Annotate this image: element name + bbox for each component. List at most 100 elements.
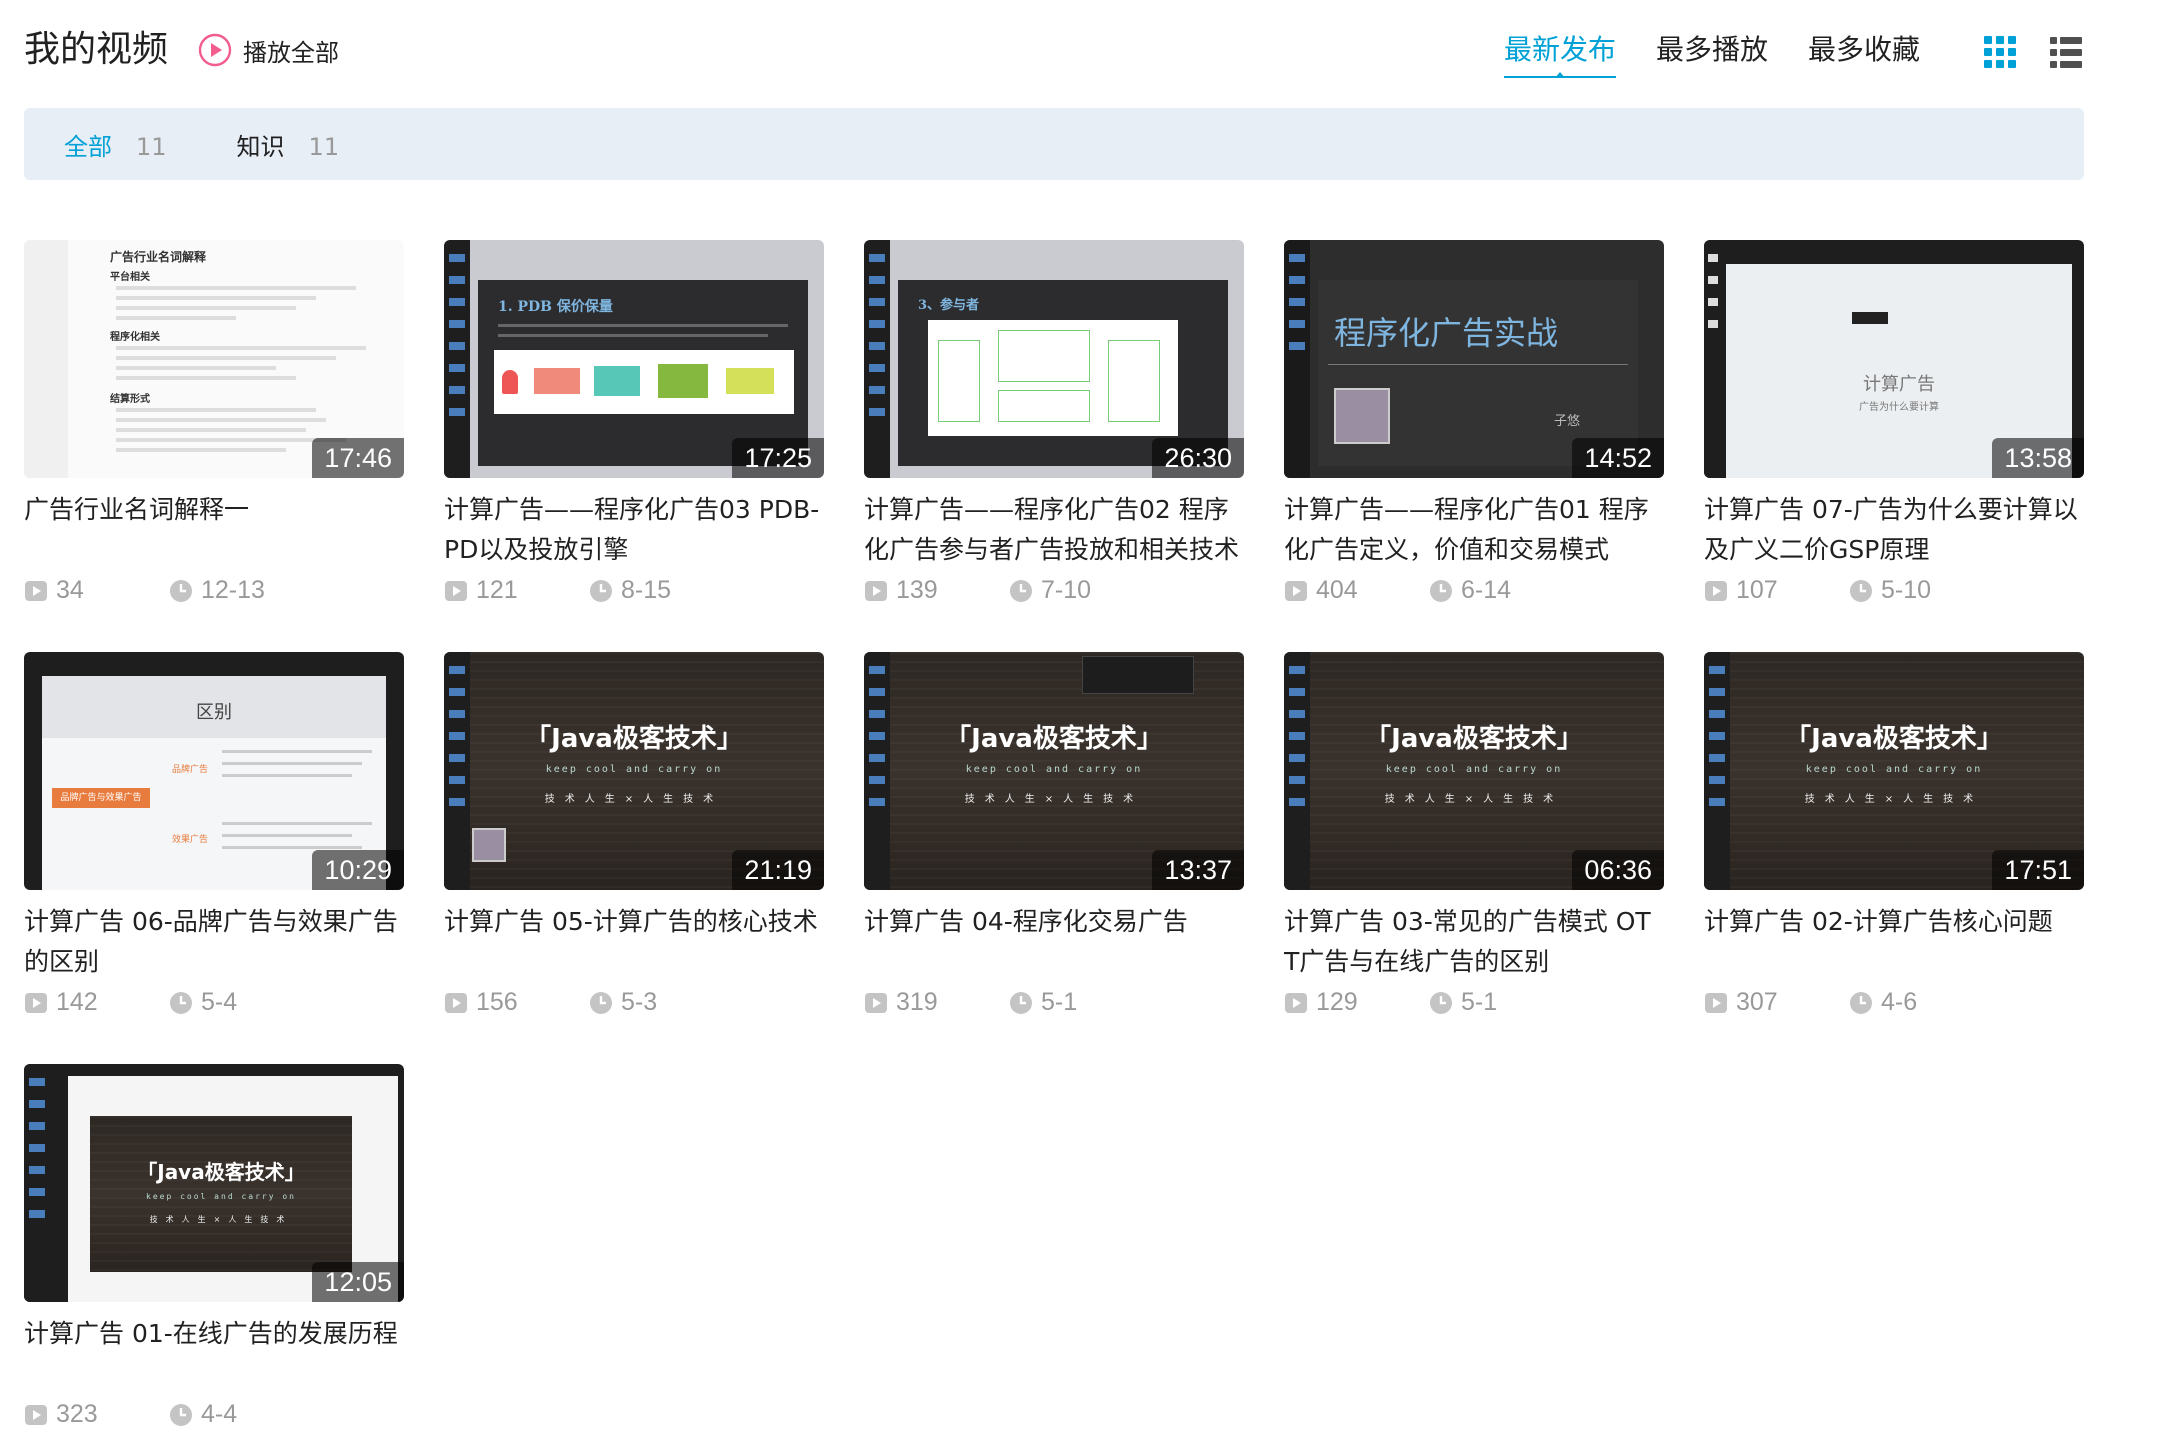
- upload-date: 5-1: [1009, 988, 1077, 1017]
- play-count: 34: [24, 576, 169, 605]
- video-thumbnail[interactable]: 1. PDB 保价保量 17:25: [444, 240, 824, 478]
- video-card[interactable]: 「Java极客技术」 keep cool and carry on 技术人生×人…: [24, 1064, 404, 1456]
- thumb-heading: 计算广告: [1863, 374, 1935, 395]
- clock-icon: [1430, 579, 1452, 602]
- video-thumbnail[interactable]: 「Java极客技术」 keep cool and carry on 技术人生×人…: [864, 652, 1244, 890]
- upload-date-value: 5-3: [621, 988, 658, 1016]
- play-count-value: 156: [476, 988, 518, 1016]
- thumb-heading: 3、参与者: [918, 298, 980, 313]
- video-title[interactable]: 计算广告——程序化广告03 PDB-PD以及投放引擎: [444, 490, 824, 570]
- filter-all[interactable]: 全部 11: [64, 127, 167, 162]
- upload-date-value: 12-13: [201, 576, 265, 604]
- clock-icon: [1430, 991, 1452, 1014]
- video-title[interactable]: 计算广告 05-计算广告的核心技术: [444, 902, 824, 982]
- video-duration: 17:51: [1992, 850, 2084, 890]
- play-count-value: 34: [56, 576, 84, 604]
- play-count-value: 319: [896, 988, 938, 1016]
- video-thumbnail[interactable]: 区别 品牌广告与效果广告 品牌广告 效果广告 10:29: [24, 652, 404, 890]
- filter-count: 11: [308, 132, 340, 161]
- video-meta: 156 5-3: [444, 988, 824, 1017]
- play-count-icon: [1705, 580, 1727, 601]
- play-count: 107: [1704, 576, 1849, 605]
- header: 我的视频 播放全部 最新发布 最多播放 最多收藏: [24, 0, 2084, 108]
- video-card[interactable]: 区别 品牌广告与效果广告 品牌广告 效果广告 10:29 计算广告 06-品牌广…: [24, 652, 404, 1044]
- video-title[interactable]: 计算广告 07-广告为什么要计算以及广义二价GSP原理: [1704, 490, 2084, 570]
- play-all-button[interactable]: 播放全部: [197, 30, 339, 70]
- video-thumbnail[interactable]: 「Java极客技术」 keep cool and carry on 技术人生×人…: [24, 1064, 404, 1302]
- filter-knowledge[interactable]: 知识 11: [237, 127, 340, 162]
- play-count-value: 404: [1316, 576, 1358, 604]
- thumb-sub: 技术人生×人生技术: [964, 794, 1144, 805]
- video-thumbnail[interactable]: 「Java极客技术」 keep cool and carry on 技术人生×人…: [444, 652, 824, 890]
- play-count: 404: [1284, 576, 1429, 605]
- category-filter-bar: 全部 11 知识 11: [24, 108, 2084, 180]
- grid-view-icon[interactable]: [1982, 34, 2018, 70]
- thumb-heading: 「Java极客技术」: [945, 724, 1163, 754]
- video-title[interactable]: 计算广告 03-常见的广告模式 OTT广告与在线广告的区别: [1284, 902, 1664, 982]
- video-meta: 34 12-13: [24, 576, 404, 605]
- video-card[interactable]: 「Java极客技术」 keep cool and carry on 技术人生×人…: [1284, 652, 1664, 1044]
- play-count: 139: [864, 576, 1009, 605]
- clock-icon: [170, 579, 192, 602]
- upload-date: 4-6: [1849, 988, 1917, 1017]
- thumb-heading: 「Java极客技术」: [137, 1160, 305, 1184]
- video-duration: 26:30: [1152, 438, 1244, 478]
- video-thumbnail[interactable]: 「Java极客技术」 keep cool and carry on 技术人生×人…: [1704, 652, 2084, 890]
- upload-date-value: 6-14: [1461, 576, 1512, 604]
- video-title[interactable]: 计算广告 04-程序化交易广告: [864, 902, 1244, 982]
- video-card[interactable]: 「Java极客技术」 keep cool and carry on 技术人生×人…: [1704, 652, 2084, 1044]
- video-duration: 14:52: [1572, 438, 1664, 478]
- play-circle-icon: [198, 33, 232, 67]
- video-meta: 404 6-14: [1284, 576, 1664, 605]
- play-count: 129: [1284, 988, 1429, 1017]
- upload-date-value: 7-10: [1041, 576, 1092, 604]
- video-thumbnail[interactable]: 广告行业名词解释 平台相关 程序化相关 结算形式 17:46: [24, 240, 404, 478]
- video-card[interactable]: 3、参与者 26:30 计算广告——程序化广告02 程序化广告参与者广告投放和相…: [864, 240, 1244, 632]
- thumb-sub: 技术人生×人生技术: [1384, 794, 1564, 805]
- play-count-icon: [1285, 580, 1307, 601]
- thumb-heading: 「Java极客技术」: [1365, 724, 1583, 754]
- play-count-icon: [865, 992, 887, 1013]
- video-card[interactable]: 「Java极客技术」 keep cool and carry on 技术人生×人…: [864, 652, 1244, 1044]
- video-card[interactable]: 程序化广告实战 子悠 14:52 计算广告——程序化广告01 程序化广告定义，价…: [1284, 240, 1664, 632]
- upload-date: 5-1: [1429, 988, 1497, 1017]
- clock-icon: [1850, 579, 1872, 602]
- video-thumbnail[interactable]: 「Java极客技术」 keep cool and carry on 技术人生×人…: [1284, 652, 1664, 890]
- video-duration: 13:37: [1152, 850, 1244, 890]
- video-card[interactable]: 计算广告 广告为什么要计算 13:58 计算广告 07-广告为什么要计算以及广义…: [1704, 240, 2084, 632]
- video-title[interactable]: 计算广告 06-品牌广告与效果广告的区别: [24, 902, 404, 982]
- sort-tab-latest[interactable]: 最新发布: [1504, 30, 1617, 78]
- thumb-sub: keep cool and carry on: [1805, 764, 1983, 775]
- thumb-author: 子悠: [1554, 414, 1581, 429]
- video-card[interactable]: 1. PDB 保价保量 17:25 计算广告——程序化广告03 PDB-PD以及…: [444, 240, 824, 632]
- sort-tab-most-favorited[interactable]: 最多收藏: [1808, 30, 1920, 70]
- upload-date: 5-4: [169, 988, 237, 1017]
- play-count-value: 142: [56, 988, 98, 1016]
- sort-tab-most-played[interactable]: 最多播放: [1656, 30, 1768, 70]
- video-title[interactable]: 计算广告——程序化广告01 程序化广告定义，价值和交易模式: [1284, 490, 1664, 570]
- video-title[interactable]: 计算广告 01-在线广告的发展历程: [24, 1314, 404, 1394]
- video-title[interactable]: 计算广告——程序化广告02 程序化广告参与者广告投放和相关技术: [864, 490, 1244, 570]
- video-card[interactable]: 广告行业名词解释 平台相关 程序化相关 结算形式 17:46 广告行业名词解释一…: [24, 240, 404, 632]
- video-meta: 142 5-4: [24, 988, 404, 1017]
- video-thumbnail[interactable]: 计算广告 广告为什么要计算 13:58: [1704, 240, 2084, 478]
- video-title[interactable]: 广告行业名词解释一: [24, 490, 404, 570]
- play-count-value: 139: [896, 576, 938, 604]
- upload-date-value: 4-6: [1881, 988, 1918, 1016]
- page-title: 我的视频: [24, 29, 169, 70]
- thumb-sub: keep cool and carry on: [146, 1192, 296, 1201]
- video-card[interactable]: 「Java极客技术」 keep cool and carry on 技术人生×人…: [444, 652, 824, 1044]
- upload-date: 4-4: [169, 1400, 237, 1429]
- play-count: 121: [444, 576, 589, 605]
- play-count-icon: [25, 580, 47, 601]
- video-thumbnail[interactable]: 程序化广告实战 子悠 14:52: [1284, 240, 1664, 478]
- list-view-icon[interactable]: [2048, 34, 2084, 70]
- thumb-heading: 程序化广告实战: [1334, 314, 1559, 352]
- video-thumbnail[interactable]: 3、参与者 26:30: [864, 240, 1244, 478]
- upload-date: 7-10: [1009, 576, 1091, 605]
- clock-icon: [170, 991, 192, 1014]
- video-title[interactable]: 计算广告 02-计算广告核心问题: [1704, 902, 2084, 982]
- upload-date: 12-13: [169, 576, 265, 605]
- thumb-branch: 效果广告: [172, 835, 209, 845]
- upload-date: 5-3: [589, 988, 657, 1017]
